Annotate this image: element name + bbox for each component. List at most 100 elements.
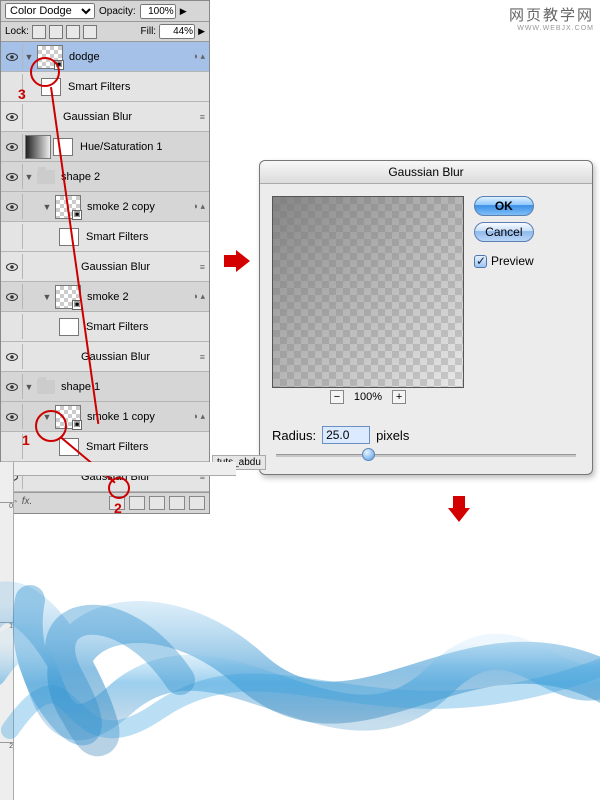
filter-fx-icon[interactable]: ◑ ▴ [193,51,205,62]
filter-fx-icon[interactable]: ◑ ▴ [193,291,205,302]
layer-name[interactable]: Gaussian Blur [77,351,200,363]
layer-row[interactable]: ▼ ▣ dodge ◑ ▴ [1,42,209,72]
visibility-toggle[interactable] [1,434,23,459]
lock-transparency-icon[interactable] [32,25,46,39]
blend-mode-select[interactable]: Color Dodge [5,3,95,19]
fill-input[interactable] [159,24,195,39]
disclosure-icon[interactable]: ▼ [41,202,53,212]
zoom-in-button[interactable]: + [392,390,406,404]
layer-row[interactable]: ▼ ▣ smoke 1 copy ◑ ▴ [1,402,209,432]
layer-row[interactable]: Gaussian Blur ≡ [1,342,209,372]
filter-fx-icon[interactable]: ◑ ▴ [193,411,205,422]
layer-name[interactable]: shape 1 [57,381,209,393]
lock-position-icon[interactable] [66,25,80,39]
layer-name[interactable]: Gaussian Blur [59,111,200,123]
layer-row[interactable]: ▼ shape 2 [1,162,209,192]
filter-mask-thumb[interactable] [59,438,79,456]
visibility-toggle[interactable] [1,284,23,309]
fill-flyout-icon[interactable]: ▶ [198,26,205,37]
layer-row[interactable]: Smart Filters [1,312,209,342]
adjustment-button[interactable] [129,496,145,510]
layer-row[interactable]: Gaussian Blur ≡ [1,252,209,282]
trash-button[interactable] [189,496,205,510]
layer-row[interactable]: Smart Filters [1,222,209,252]
smart-object-icon: ▣ [72,210,82,220]
radius-input[interactable] [322,426,370,444]
cancel-button[interactable]: Cancel [474,222,534,242]
layer-thumb[interactable]: ▣ [55,285,81,309]
smart-object-icon: ▣ [72,420,82,430]
zoom-out-button[interactable]: − [330,390,344,404]
disclosure-icon[interactable]: ▼ [23,172,35,182]
layer-row[interactable]: ▼ ▣ smoke 2 copy ◑ ▴ [1,192,209,222]
visibility-toggle[interactable] [1,134,23,159]
visibility-toggle[interactable] [1,404,23,429]
smart-object-icon: ▣ [54,60,64,70]
new-layer-button[interactable] [169,496,185,510]
layer-row[interactable]: ▼ ▣ smoke 2 ◑ ▴ [1,282,209,312]
opacity-label: Opacity: [99,6,136,17]
filter-options-icon[interactable]: ≡ [200,352,205,362]
visibility-toggle[interactable] [1,254,23,279]
layer-row[interactable]: Smart Filters [1,432,209,462]
panel-lock-row: Lock: Fill: ▶ [1,22,209,42]
slider-thumb[interactable] [362,448,375,461]
watermark-en: WWW.WEBJX.COM [509,25,594,32]
visibility-toggle[interactable] [1,374,23,399]
annotation-number-2: 2 [114,500,122,516]
disclosure-icon[interactable]: ▼ [23,382,35,392]
layer-name[interactable]: smoke 2 [83,291,193,303]
link-icon[interactable]: ⇔ fx. [5,496,105,510]
lock-pixels-icon[interactable] [49,25,63,39]
layer-row[interactable]: Smart Filters [1,72,209,102]
radius-unit: pixels [376,428,409,443]
visibility-toggle[interactable] [1,164,23,189]
fill-label: Fill: [141,26,157,37]
ok-button[interactable]: OK [474,196,534,216]
layer-name: Smart Filters [64,81,209,93]
layer-name[interactable]: smoke 1 copy [83,411,193,423]
layer-name[interactable]: shape 2 [57,171,209,183]
layer-name[interactable]: smoke 2 copy [83,201,193,213]
annotation-number-1: 1 [22,432,30,448]
disclosure-icon[interactable]: ▼ [41,412,53,422]
layer-thumb[interactable]: ▣ [37,45,63,69]
disclosure-icon[interactable]: ▼ [23,52,35,62]
disclosure-icon[interactable]: ▼ [41,292,53,302]
smart-object-icon: ▣ [72,300,82,310]
panel-footer: ⇔ fx. [1,492,209,513]
radius-slider[interactable] [276,448,576,462]
layer-mask-thumb[interactable] [53,138,73,156]
filter-mask-thumb[interactable] [59,318,79,336]
opacity-input[interactable] [140,4,176,19]
annotation-number-3: 3 [18,86,26,102]
visibility-toggle[interactable] [1,224,23,249]
layer-name[interactable]: Hue/Saturation 1 [76,141,209,153]
filter-mask-thumb[interactable] [59,228,79,246]
filter-options-icon[interactable]: ≡ [200,112,205,122]
layer-row[interactable]: Hue/Saturation 1 [1,132,209,162]
filter-options-icon[interactable]: ≡ [200,262,205,272]
layer-row[interactable]: Gaussian Blur ≡ [1,102,209,132]
layer-name[interactable]: dodge [65,51,193,63]
group-button[interactable] [149,496,165,510]
adjustment-thumb[interactable] [25,135,51,159]
visibility-toggle[interactable] [1,344,23,369]
filter-mask-thumb[interactable] [41,78,61,96]
visibility-toggle[interactable] [1,44,23,69]
filter-fx-icon[interactable]: ◑ ▴ [193,201,205,212]
lock-all-icon[interactable] [83,25,97,39]
preview-checkbox[interactable]: Preview [474,254,534,268]
layer-thumb[interactable]: ▣ [55,405,81,429]
layer-thumb[interactable]: ▣ [55,195,81,219]
folder-icon [37,380,55,394]
visibility-toggle[interactable] [1,314,23,339]
layer-row[interactable]: ▼ shape 1 [1,372,209,402]
layer-name[interactable]: Gaussian Blur [77,261,200,273]
opacity-flyout-icon[interactable]: ▶ [180,6,187,17]
visibility-toggle[interactable] [1,104,23,129]
filter-preview[interactable] [272,196,464,388]
zoom-percent: 100% [354,391,382,403]
watermark: 网页教学网 WWW.WEBJX.COM [509,4,594,32]
visibility-toggle[interactable] [1,194,23,219]
